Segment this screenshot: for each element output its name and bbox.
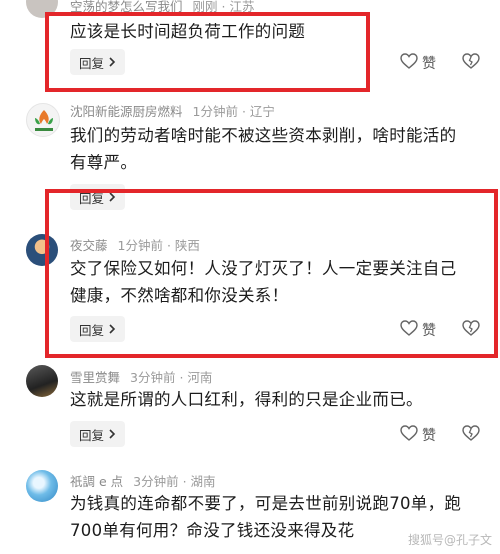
avatar[interactable] — [26, 365, 58, 397]
comment-region: 河南 — [187, 370, 213, 385]
reply-label: 回复 — [79, 427, 105, 443]
comment-time: 3分钟前 — [130, 370, 176, 385]
like-button[interactable]: 赞 — [400, 53, 436, 73]
comment-meta: 沈阳新能源厨房燃料 1分钟前 · 辽宁 — [70, 101, 275, 120]
logo-icon — [35, 110, 53, 131]
comment-actions: 赞 — [382, 53, 480, 73]
chevron-right-icon — [108, 427, 116, 442]
heart-icon — [400, 425, 418, 445]
comment-region: 湖南 — [190, 474, 216, 489]
comment-actions: 赞 — [382, 425, 480, 445]
like-label: 赞 — [422, 56, 436, 72]
like-button[interactable]: 赞 — [400, 425, 436, 445]
avatar[interactable] — [26, 103, 60, 137]
heart-icon — [400, 53, 418, 73]
comment-meta: 雪里赏舞 3分钟前 · 河南 — [70, 367, 212, 386]
author-name[interactable]: 祇調 e 点 — [70, 474, 123, 489]
meta-separator: · — [179, 370, 184, 385]
reply-button[interactable]: 回复 — [70, 421, 126, 447]
meta-separator: · — [241, 104, 246, 119]
author-name[interactable]: 沈阳新能源厨房燃料 — [70, 104, 183, 119]
broken-heart-icon — [462, 53, 480, 73]
comment-text: 这就是所谓的人口红利，得利的只是企业而已。 — [70, 390, 423, 409]
dislike-button[interactable] — [462, 53, 480, 73]
like-label: 赞 — [422, 428, 436, 444]
comment-meta: 祇調 e 点 3分钟前 · 湖南 — [70, 471, 216, 490]
author-name[interactable]: 雪里赏舞 — [70, 370, 120, 385]
comment-time: 1分钟前 — [192, 104, 238, 119]
comment-region: 辽宁 — [249, 104, 275, 119]
comment-text: 我们的劳动者啥时能不被这些资本剥削，啥时能活的有尊严。 — [70, 126, 457, 172]
meta-separator: · — [182, 474, 187, 489]
highlight-box — [45, 189, 498, 358]
watermark: 搜狐号@孔子文 — [407, 533, 492, 547]
highlight-box — [45, 12, 370, 92]
dislike-button[interactable] — [462, 425, 480, 445]
avatar[interactable] — [26, 470, 58, 502]
comment-time: 3分钟前 — [133, 474, 179, 489]
broken-heart-icon — [462, 425, 480, 445]
